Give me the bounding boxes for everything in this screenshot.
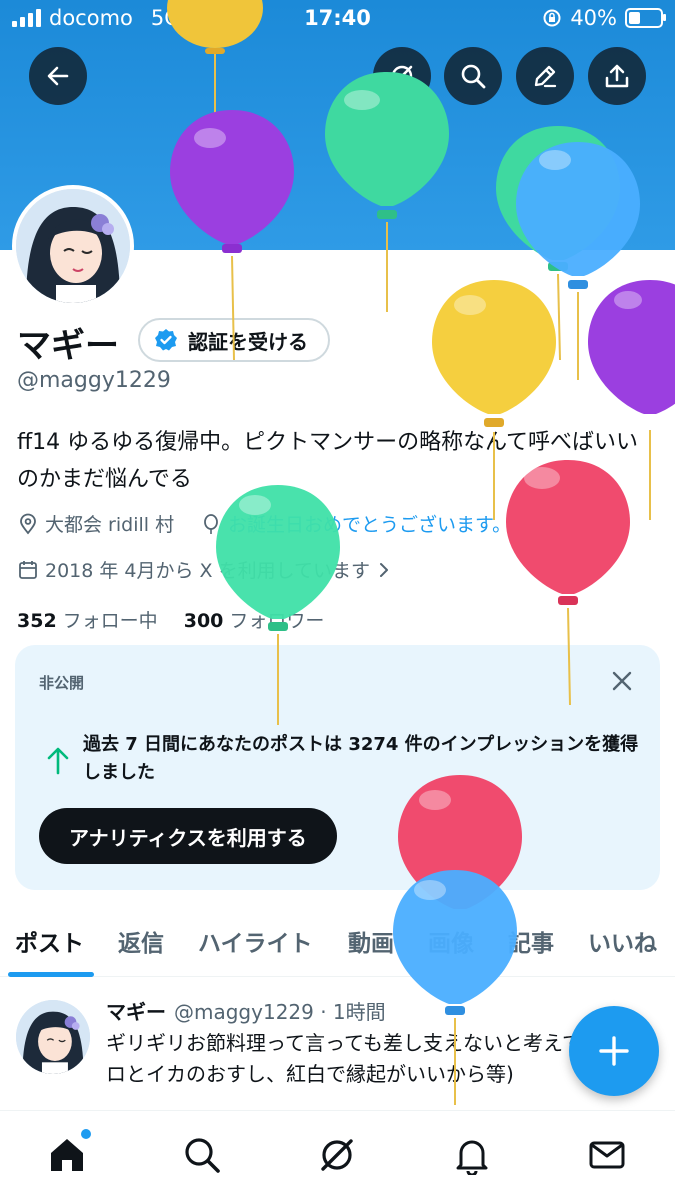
back-icon (47, 66, 69, 86)
following-link[interactable]: 352 フォロー中 (17, 610, 158, 632)
close-icon (612, 671, 632, 691)
battery-percent: 40% (570, 6, 617, 30)
rotation-lock-icon (543, 9, 561, 27)
profile-tabs: ポスト 返信 ハイライト 動画 画像 記事 いいね (0, 910, 675, 977)
share-button[interactable] (588, 47, 646, 105)
home-icon (51, 1139, 83, 1171)
verified-badge-icon (155, 329, 177, 351)
profile-birthday: お誕生日おめでとうございます。 (200, 510, 511, 537)
profile-name: マギー (17, 326, 119, 366)
plus-icon (599, 1036, 629, 1066)
nav-search[interactable] (180, 1133, 224, 1177)
followers-label: フォロワー (229, 610, 325, 632)
arrow-up-icon (47, 747, 69, 775)
post-header: マギー @maggy1229 · 1時間 (106, 996, 386, 1025)
tab-highlights[interactable]: ハイライト (198, 924, 313, 958)
tab-images[interactable]: 画像 (428, 924, 474, 958)
anime-avatar-image (16, 189, 130, 303)
nav-grok[interactable] (315, 1133, 359, 1177)
profile-joined[interactable]: 2018 年 4月から X を利用しています (17, 556, 392, 583)
battery-icon (625, 8, 666, 28)
tab-replies[interactable]: 返信 (118, 924, 164, 958)
active-tab-indicator (8, 972, 94, 977)
tab-posts[interactable]: ポスト (15, 924, 84, 958)
post-author-name: マギー (106, 1000, 166, 1024)
nav-home[interactable] (45, 1129, 91, 1177)
compose-post-button[interactable] (569, 1006, 659, 1096)
bottom-navigation (0, 1110, 675, 1201)
balloon-icon (204, 513, 218, 534)
following-count: 352 (17, 610, 57, 632)
profile-location: 大都会 ridill 村 (17, 510, 174, 537)
get-verified-button[interactable]: 認証を受ける (138, 318, 330, 362)
impressions-message: 過去 7 日間にあなたのポストは 3274 件のインプレッションを獲得しました (83, 734, 639, 783)
search-icon (461, 64, 486, 89)
followers-link[interactable]: 300 フォロワー (184, 610, 325, 632)
share-icon (605, 64, 629, 88)
location-text: 大都会 ridill 村 (45, 514, 175, 536)
analytics-card: 非公開 過去 7 日間にあなたのポストは 3274 件のインプレッションを獲得し… (15, 645, 660, 890)
profile-handle: @maggy1229 (17, 368, 171, 393)
edit-button[interactable] (516, 47, 574, 105)
notifications-icon (456, 1140, 488, 1175)
nav-notifications[interactable] (450, 1133, 494, 1177)
grok-icon (391, 65, 413, 87)
location-pin-icon (20, 513, 36, 534)
nav-messages[interactable] (585, 1133, 629, 1177)
home-notification-dot (81, 1129, 91, 1139)
grok-icon (321, 1139, 353, 1171)
tab-likes[interactable]: いいね (588, 924, 657, 958)
private-label: 非公開 (39, 674, 85, 692)
joined-text: 2018 年 4月から X を利用しています (45, 560, 371, 582)
chevron-right-icon (380, 562, 389, 577)
grok-button[interactable] (373, 47, 431, 105)
anime-avatar-image (16, 1000, 90, 1074)
status-bar: docomo 5G 17:40 40% (0, 0, 675, 38)
follow-stats: 352 フォロー中 300 フォロワー (17, 606, 324, 633)
post-handle-time: @maggy1229 · 1時間 (174, 1000, 386, 1024)
messages-icon (589, 1141, 625, 1169)
profile-avatar[interactable] (12, 185, 134, 307)
following-label: フォロー中 (62, 610, 158, 632)
birthday-text[interactable]: お誕生日おめでとうございます。 (228, 510, 511, 537)
use-analytics-button[interactable]: アナリティクスを利用する (39, 808, 337, 864)
post-avatar[interactable] (16, 1000, 90, 1074)
close-card-button[interactable] (610, 669, 634, 697)
calendar-icon (19, 560, 37, 579)
search-icon (185, 1138, 220, 1173)
tab-videos[interactable]: 動画 (348, 924, 394, 958)
followers-count: 300 (183, 610, 224, 632)
search-button[interactable] (444, 47, 502, 105)
get-verified-label: 認証を受ける (188, 329, 308, 354)
tab-articles[interactable]: 記事 (508, 924, 554, 958)
profile-bio: ff14 ゆるゆる復帰中。ピクトマンサーの略称なんて呼べばいいのかまだ悩んでる (17, 430, 639, 492)
back-button[interactable] (29, 47, 87, 105)
edit-icon (534, 65, 557, 88)
